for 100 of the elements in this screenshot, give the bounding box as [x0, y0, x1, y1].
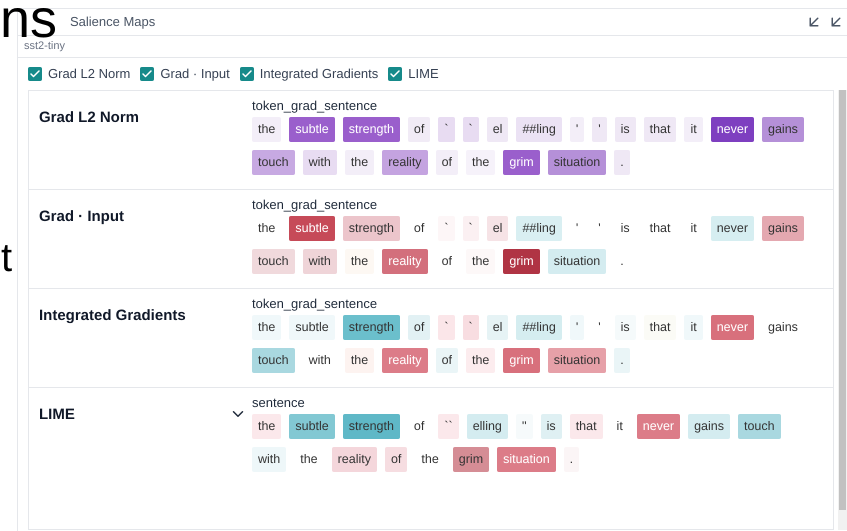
token-chip: the [466, 249, 496, 274]
token-chip: ' [570, 315, 584, 340]
token-chip: ` [462, 315, 479, 340]
token-chip: the [252, 117, 282, 142]
token-chip: of [436, 150, 458, 175]
token-chip: never [710, 216, 754, 241]
token-chip: the [466, 150, 496, 175]
token-chip: ` [438, 315, 455, 340]
dataset-name: sst2-tiny [24, 39, 65, 54]
token-chip: elling [466, 414, 508, 439]
check-icon [240, 68, 253, 80]
checkbox-label[interactable]: LIME [408, 64, 439, 84]
slide-text: ns [0, 0, 58, 38]
method-name: LIME [39, 405, 75, 425]
token-chip: reality [332, 447, 377, 472]
field-name: token_grad_sentence [252, 296, 378, 312]
token-chip: subtle [289, 315, 335, 340]
token-chip: strength [342, 315, 400, 340]
token-chip: ' [592, 117, 607, 142]
token-chip: of [408, 117, 430, 142]
token-chip: that [570, 414, 603, 439]
slide-text: t [1, 236, 12, 280]
token-chip: the [252, 315, 282, 340]
panel-title: Salience Maps [70, 13, 156, 32]
token-chip: . [564, 447, 580, 472]
field-name: token_grad_sentence [252, 197, 378, 213]
token-chip: el [486, 315, 508, 340]
token-chip: `` [438, 414, 459, 439]
token-chip: touch [252, 249, 295, 274]
token-chip: reality [382, 348, 428, 373]
token-chip: strength [342, 216, 400, 241]
token-chip: situation [548, 150, 606, 175]
token-chip: situation [497, 447, 556, 472]
token-chip: gains [762, 216, 804, 241]
token-chip: of [436, 348, 458, 373]
token-chip: never [710, 315, 754, 340]
token-chip: touch [738, 414, 781, 439]
token-chip: the [344, 348, 374, 373]
token-chip: ` [438, 216, 455, 241]
field-name: sentence [252, 395, 306, 411]
token-chip: of [408, 315, 430, 340]
checkbox[interactable] [140, 67, 154, 81]
token-chip: with [302, 150, 337, 175]
token-chip: the [466, 348, 496, 373]
token-chip: ##ling [516, 315, 562, 340]
token-chip: reality [382, 249, 428, 274]
token-chip: el [486, 117, 508, 142]
token-chip: ##ling [516, 216, 562, 241]
field-name: token_grad_sentence [252, 98, 378, 114]
check-icon [29, 68, 41, 80]
scrollbar[interactable] [838, 90, 847, 530]
token-chip: ' [570, 117, 584, 142]
token-chip: reality [382, 150, 428, 175]
token-chip: grim [503, 348, 540, 373]
token-chip: the [344, 150, 374, 175]
checkbox-label[interactable]: Grad L2 Norm [48, 64, 130, 84]
token-chip: it [684, 315, 703, 340]
token-chip: ` [462, 216, 479, 241]
token-chip: . [614, 150, 630, 175]
checkbox[interactable] [28, 67, 42, 81]
checkbox[interactable] [388, 67, 402, 81]
checkbox[interactable] [240, 67, 254, 81]
token-chip: grim [503, 249, 540, 274]
token-chip: subtle [289, 414, 335, 439]
token-chip: strength [342, 117, 400, 142]
token-chip: el [486, 216, 508, 241]
token-chip: ` [462, 117, 479, 142]
token-chip: the [252, 414, 282, 439]
token-chip: that [644, 117, 676, 142]
token-chip: . [614, 348, 630, 373]
token-chip: gains [688, 414, 730, 439]
token-chip: is [614, 117, 636, 142]
token-chip: ##ling [516, 117, 562, 142]
token-chip: never [636, 414, 680, 439]
checkbox-label[interactable]: Grad · Input [160, 64, 230, 84]
method-name: Grad · Input [39, 207, 124, 227]
token-chip: touch [252, 348, 295, 373]
token-chip: with [252, 447, 286, 472]
checkbox-label[interactable]: Integrated Gradients [260, 64, 378, 84]
token-chip: strength [342, 414, 400, 439]
token-chip: never [710, 117, 754, 142]
token-chip: is [540, 414, 562, 439]
token-chip: situation [548, 348, 606, 373]
token-chip: of [384, 447, 408, 472]
token-chip: grim [452, 447, 490, 472]
token-chip: grim [503, 150, 540, 175]
check-icon [389, 68, 402, 80]
token-chip: situation [548, 249, 606, 274]
token-chip: '' [516, 414, 533, 439]
token-chip: it [684, 117, 703, 142]
token-chip: touch [252, 150, 295, 175]
token-chip: subtle [289, 117, 335, 142]
token-chip: with [302, 249, 337, 274]
token-chip: the [344, 249, 374, 274]
token-chip: ` [438, 117, 455, 142]
token-chip: is [614, 315, 636, 340]
token-chip: gains [762, 117, 804, 142]
check-icon [141, 68, 154, 80]
token-chip: subtle [289, 216, 335, 241]
method-name: Integrated Gradients [39, 306, 186, 326]
